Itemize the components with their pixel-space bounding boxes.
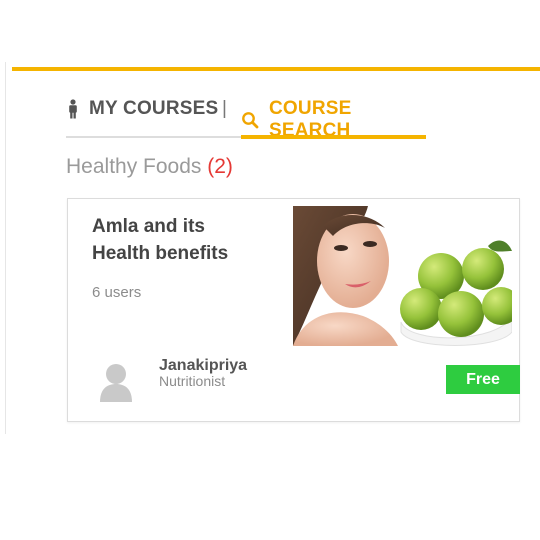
search-icon bbox=[241, 111, 259, 129]
tab-underline bbox=[66, 136, 241, 138]
course-user-count: 6 users bbox=[92, 284, 142, 301]
course-title-line-1: Amla and its bbox=[92, 216, 205, 237]
course-card[interactable]: Amla and its Health benefits 6 users Jan… bbox=[67, 198, 520, 422]
tab-separator: | bbox=[222, 98, 227, 119]
top-accent-bar bbox=[12, 67, 540, 71]
category-heading: Healthy Foods (2) bbox=[66, 155, 233, 179]
person-icon bbox=[66, 99, 80, 119]
course-title-line-2: Health benefits bbox=[92, 243, 229, 264]
tab-my-courses-label: MY COURSES bbox=[89, 98, 219, 119]
author-avatar-icon bbox=[98, 362, 134, 402]
category-count: (2) bbox=[207, 155, 233, 178]
course-thumbnail[interactable] bbox=[293, 206, 512, 346]
tab-active-indicator bbox=[241, 135, 426, 139]
category-name: Healthy Foods bbox=[66, 155, 202, 178]
free-price-button[interactable]: Free bbox=[446, 365, 520, 394]
course-title[interactable]: Amla and its Health benefits bbox=[92, 213, 282, 267]
tab-bar: MY COURSES | COURSE SEARCH bbox=[66, 95, 426, 141]
author-role: Nutritionist bbox=[159, 373, 226, 389]
tab-my-courses[interactable]: MY COURSES bbox=[66, 98, 218, 120]
